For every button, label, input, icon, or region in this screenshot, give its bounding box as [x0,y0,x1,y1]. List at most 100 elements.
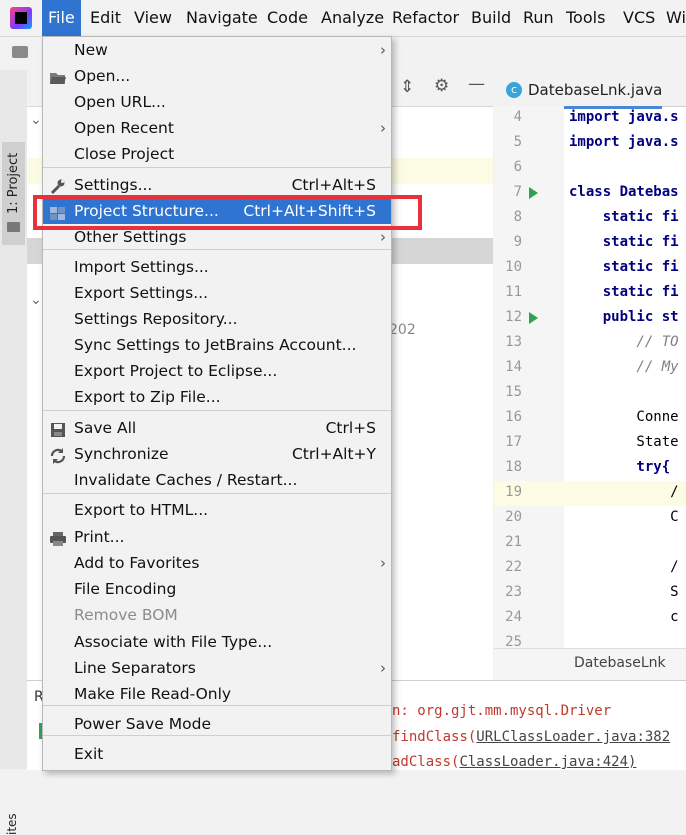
code-line[interactable]: // TO [569,334,678,350]
menu-refactor[interactable]: Refactor [386,0,465,36]
menu-item-export-settings[interactable]: Export Settings... [43,280,391,306]
menu-build[interactable]: Build [465,0,517,36]
line-number: 14 [505,359,522,375]
menu-separator [43,705,391,706]
menu-item-export-to-zip-file[interactable]: Export to Zip File... [43,384,391,410]
line-number: 7 [513,184,522,200]
menu-item-open[interactable]: Open... [43,63,391,89]
code-line[interactable]: State [569,434,678,450]
console-link[interactable]: URLClassLoader.java:382 [476,729,670,745]
printer-icon [49,529,67,546]
console-line: findClass(URLClassLoader.java:382 [392,729,670,745]
minimize-icon[interactable]: — [468,74,485,94]
console-text: adClass( [392,754,460,770]
menu-item-invalidate-caches-restart[interactable]: Invalidate Caches / Restart... [43,467,391,493]
project-tool-tab[interactable]: 1: Project [2,142,25,245]
code-line[interactable]: static fi [569,234,679,250]
menu-item-remove-bom: Remove BOM [43,602,391,628]
menu-item-label: Export Settings... [74,284,209,302]
menu-item-import-settings[interactable]: Import Settings... [43,254,391,280]
code-line[interactable]: import java.s [569,109,679,125]
editor-tab-label: DatebaseLnk.java [528,81,663,99]
menu-file[interactable]: File [42,0,81,36]
menu-item-exit[interactable]: Exit [43,741,391,767]
code-line[interactable]: static fi [569,259,679,275]
code-line[interactable]: try{ [569,459,670,475]
menu-edit[interactable]: Edit [84,0,127,36]
code-line[interactable]: static fi [569,209,679,225]
code-line[interactable]: S [569,584,678,600]
code-line[interactable]: public st [569,309,679,325]
menu-item-new[interactable]: New › [43,37,391,63]
line-number: 11 [505,284,522,300]
menu-item-label: Print... [74,528,125,546]
console-link[interactable]: ClassLoader.java:424) [459,754,636,770]
menu-item-export-to-html[interactable]: Export to HTML... [43,497,391,523]
breadcrumb: DatebaseLnk [494,648,686,681]
menu-item-label: Line Separators [74,659,196,677]
code-line[interactable]: / [569,559,678,575]
menu-item-label: Invalidate Caches / Restart... [74,471,298,489]
menu-item-label: New [74,41,108,59]
menu-analyze[interactable]: Analyze [315,0,390,36]
wrench-icon [49,177,67,195]
menu-item-line-separators[interactable]: Line Separators › [43,655,391,681]
code-line[interactable]: import java.s [569,134,679,150]
menu-code[interactable]: Code [261,0,314,36]
menu-item-settings-repository[interactable]: Settings Repository... [43,306,391,332]
favorites-tab-label[interactable]: ites [5,813,19,835]
menu-item-file-encoding[interactable]: File Encoding [43,576,391,602]
code-line[interactable]: / [569,484,678,500]
menu-item-make-file-read-only[interactable]: Make File Read-Only [43,681,391,707]
menu-item-export-project-to-eclipse[interactable]: Export Project to Eclipse... [43,358,391,384]
menu-item-synchronize[interactable]: Synchronize Ctrl+Alt+Y [43,441,391,467]
chevron-down-icon[interactable]: ⌄ [30,112,42,128]
menu-item-save-all[interactable]: Save All Ctrl+S [43,415,391,441]
code-line[interactable]: c [569,609,678,625]
menu-item-open-url[interactable]: Open URL... [43,89,391,115]
menu-item-associate-with-file-type[interactable]: Associate with File Type... [43,629,391,655]
chevron-right-icon: › [380,659,386,677]
menu-item-open-recent[interactable]: Open Recent › [43,115,391,141]
menu-item-power-save-mode[interactable]: Power Save Mode [43,711,391,737]
editor-tab[interactable]: c DatebaseLnk.java [502,76,663,109]
menu-item-label: Open... [74,67,131,85]
line-number: 18 [505,459,522,475]
menu-item-label: Open URL... [74,93,166,111]
menu-item-close-project[interactable]: Close Project [43,141,391,167]
menu-vcs[interactable]: VCS [617,0,661,36]
menu-view[interactable]: View [128,0,178,36]
code-line[interactable]: C [569,509,678,525]
line-number: 16 [505,409,522,425]
menu-bar: File Edit View Navigate Code Analyze Ref… [0,0,686,37]
folder-icon [7,222,20,232]
menu-item-label: Make File Read-Only [74,685,232,703]
code-line[interactable]: class Datebas [569,184,679,200]
run-icon[interactable] [529,187,538,199]
line-number: 13 [505,334,522,350]
code-line[interactable]: // My [569,359,678,375]
menu-item-label: Export to HTML... [74,501,209,519]
menu-item-print[interactable]: Print... [43,524,391,550]
gear-icon[interactable]: ⚙ [434,76,449,96]
run-icon[interactable] [529,312,538,324]
console-line: adClass(ClassLoader.java:424) [392,754,636,770]
collapse-icon[interactable]: ⇕ [400,77,414,97]
code-line[interactable]: Conne [569,409,678,425]
menu-item-add-to-favorites[interactable]: Add to Favorites › [43,550,391,576]
menu-separator [43,735,391,736]
menu-run[interactable]: Run [517,0,560,36]
menu-navigate[interactable]: Navigate [180,0,264,36]
menu-window[interactable]: Wi [660,0,686,36]
line-number: 20 [505,509,522,525]
chevron-right-icon: › [380,41,386,59]
line-number: 10 [505,259,522,275]
file-menu-dropdown: New › Open... Open URL... Open Recent › Close … [42,36,392,771]
breadcrumb-item[interactable]: DatebaseLnk [574,655,666,671]
menu-tools[interactable]: Tools [560,0,611,36]
menu-separator [43,410,391,411]
chevron-down-icon[interactable]: ⌄ [30,292,42,308]
code-line[interactable]: static fi [569,284,679,300]
menu-item-sync-settings-to-jetbrains-account[interactable]: Sync Settings to JetBrains Account... [43,332,391,358]
line-number: 6 [513,159,522,175]
